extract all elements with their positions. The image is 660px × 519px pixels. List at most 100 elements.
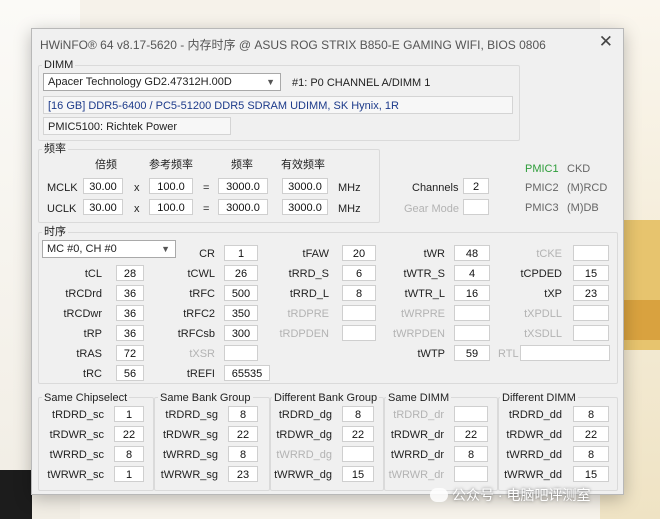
trdwr-dr-label: tRDWR_dr: [390, 429, 444, 441]
pmic1-label: PMIC1: [525, 163, 559, 175]
uclk-ref: 100.0: [149, 199, 193, 215]
trdwr-sg-value: 22: [228, 426, 258, 442]
twrwr-dg-label: tWRWR_dg: [274, 469, 332, 481]
cr-label: CR: [199, 248, 215, 260]
trdwr-dg-label: tRDWR_dg: [276, 429, 332, 441]
dimm-section-label: DIMM: [42, 58, 76, 72]
title-bar: HWiNFO® 64 v8.17-5620 - 内存时序 @ ASUS ROG …: [32, 29, 623, 56]
pmic3-value: (M)DB: [567, 202, 599, 214]
tfaw-value: 20: [342, 245, 376, 261]
close-icon[interactable]: ✕: [599, 32, 613, 52]
twr-label: tWR: [423, 248, 445, 260]
twrwr-sc-value: 1: [114, 466, 144, 482]
twrwr-sg-value: 23: [228, 466, 258, 482]
twrwr-dg-value: 15: [342, 466, 374, 482]
trcdwr-label: tRCDwr: [63, 308, 103, 320]
trdwr-sg-label: tRDWR_sg: [162, 429, 218, 441]
channel-select[interactable]: MC #0, CH #0 ▼: [42, 240, 176, 258]
twrrd-dd-label: tWRRD_dd: [506, 449, 562, 461]
trc-label: tRC: [83, 368, 102, 380]
twrpden-value: [454, 325, 490, 341]
trdrd-sg-value: 8: [228, 406, 258, 422]
twrpre-label: tWRPRE: [401, 308, 445, 320]
header-ref: 参考频率: [149, 159, 193, 171]
uclk-mult: 30.00: [83, 199, 123, 215]
twtp-value: 59: [454, 345, 490, 361]
chevron-down-icon: ▼: [266, 77, 275, 87]
same-dimm-title: Same DIMM: [386, 391, 452, 405]
different-dimm-title: Different DIMM: [500, 391, 578, 405]
trdwr-dd-label: tRDWR_dd: [506, 429, 562, 441]
trdrd-dd-label: tRDRD_dd: [508, 409, 562, 421]
twrrd-dr-label: tWRRD_dr: [390, 449, 444, 461]
same-chipselect-title: Same Chipselect: [42, 391, 130, 405]
trcdwr-value: 36: [116, 305, 144, 321]
txp-value: 23: [573, 285, 609, 301]
trefi-value: 65535: [224, 365, 270, 381]
trp-value: 36: [116, 325, 144, 341]
pmic2-value: (M)RCD: [567, 182, 608, 194]
uclk-freq: 3000.0: [218, 199, 268, 215]
trcdrd-label: tRCDrd: [65, 288, 102, 300]
wechat-icon: [430, 488, 448, 502]
tcpded-value: 15: [573, 265, 609, 281]
frequency-section-label: 频率: [42, 142, 68, 156]
tfaw-label: tFAW: [302, 248, 329, 260]
dimm-module-select[interactable]: Apacer Technology GD2.47312H.00D ▼: [43, 73, 281, 91]
tcke-value: [573, 245, 609, 261]
trdpden-value: [342, 325, 376, 341]
twrwr-dd-label: tWRWR_dd: [504, 469, 562, 481]
trrd-s-value: 6: [342, 265, 376, 281]
uclk-unit: MHz: [338, 203, 361, 215]
trdwr-sc-value: 22: [114, 426, 144, 442]
txsr-value: [224, 345, 258, 361]
trdrd-dg-value: 8: [342, 406, 374, 422]
same-bank-group-title: Same Bank Group: [158, 391, 253, 405]
trdwr-dd-value: 22: [573, 426, 609, 442]
txsdll-value: [573, 325, 609, 341]
twtr-s-value: 4: [454, 265, 490, 281]
tcwl-label: tCWL: [187, 268, 216, 280]
rtl-label: RTL: [498, 348, 519, 360]
twrrd-dr-value: 8: [454, 446, 488, 462]
trdpre-value: [342, 305, 376, 321]
different-bank-group-title: Different Bank Group: [272, 391, 380, 405]
twrwr-sc-label: tWRWR_sc: [47, 469, 104, 481]
mclk-x: x: [134, 182, 140, 194]
trdwr-sc-label: tRDWR_sc: [49, 429, 104, 441]
twtr-l-label: tWTR_L: [404, 288, 445, 300]
trdrd-dd-value: 8: [573, 406, 609, 422]
trrd-l-label: tRRD_L: [289, 288, 329, 300]
watermark-text: 公众号 · 电脑吧评测室: [452, 487, 591, 503]
channels-label: Channels: [412, 182, 459, 194]
window-title: HWiNFO® 64 v8.17-5620 - 内存时序 @ ASUS ROG …: [40, 38, 546, 52]
header-freq: 频率: [231, 159, 253, 171]
mclk-unit: MHz: [338, 182, 361, 194]
trdpden-label: tRDPDEN: [279, 328, 329, 340]
mclk-eq: =: [203, 182, 210, 194]
trdrd-dg-label: tRDRD_dg: [278, 409, 332, 421]
txpdll-value: [573, 305, 609, 321]
twrwr-sg-label: tWRWR_sg: [160, 469, 218, 481]
trdrd-sg-label: tRDRD_sg: [165, 409, 218, 421]
mclk-freq: 3000.0: [218, 178, 268, 194]
watermark: 公众号 · 电脑吧评测室: [430, 485, 590, 505]
txsdll-label: tXSDLL: [524, 328, 562, 340]
trfc2-label: tRFC2: [183, 308, 215, 320]
trdwr-dr-value: 22: [454, 426, 488, 442]
trdrd-dr-label: tRDRD_dr: [393, 409, 444, 421]
twrrd-sg-value: 8: [228, 446, 258, 462]
twrwr-dr-value: [454, 466, 488, 482]
twtp-label: tWTP: [417, 348, 446, 360]
pmic3-label: PMIC3: [525, 202, 559, 214]
mclk-label: MCLK: [47, 182, 78, 194]
twtr-s-label: tWTR_S: [403, 268, 445, 280]
trrd-s-label: tRRD_S: [288, 268, 329, 280]
dimm-pmic: PMIC5100: Richtek Power: [43, 117, 231, 135]
trfcsb-label: tRFCsb: [177, 328, 215, 340]
uclk-eq: =: [203, 203, 210, 215]
trrd-l-value: 8: [342, 285, 376, 301]
txsr-label: tXSR: [189, 348, 215, 360]
twr-value: 48: [454, 245, 490, 261]
pmic2-label: PMIC2: [525, 182, 559, 194]
